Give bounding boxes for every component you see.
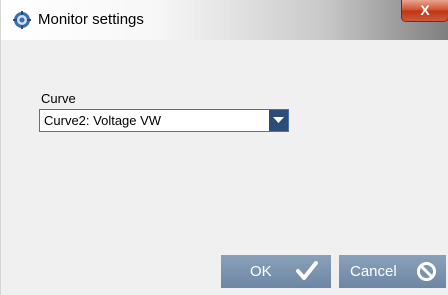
prohibit-icon	[417, 262, 436, 281]
close-button[interactable]: X	[401, 0, 448, 22]
cancel-button[interactable]: Cancel	[339, 255, 446, 288]
gear-monitor-icon	[13, 11, 31, 29]
curve-select[interactable]: Curve2: Voltage VW	[39, 109, 289, 132]
title-bar[interactable]: Monitor settings X	[1, 0, 448, 40]
window-title: Monitor settings	[38, 11, 144, 28]
cancel-button-label: Cancel	[350, 263, 397, 280]
checkmark-icon	[296, 261, 318, 280]
curve-label: Curve	[41, 91, 76, 106]
ok-button-label: OK	[250, 263, 272, 280]
curve-select-value: Curve2: Voltage VW	[44, 113, 162, 128]
chevron-down-icon	[273, 117, 284, 123]
close-icon: X	[420, 2, 430, 18]
ok-button[interactable]: OK	[221, 255, 331, 288]
dialog-window: Monitor settings X Curve Curve2: Voltage…	[0, 0, 448, 295]
curve-dropdown-button[interactable]	[269, 110, 288, 131]
